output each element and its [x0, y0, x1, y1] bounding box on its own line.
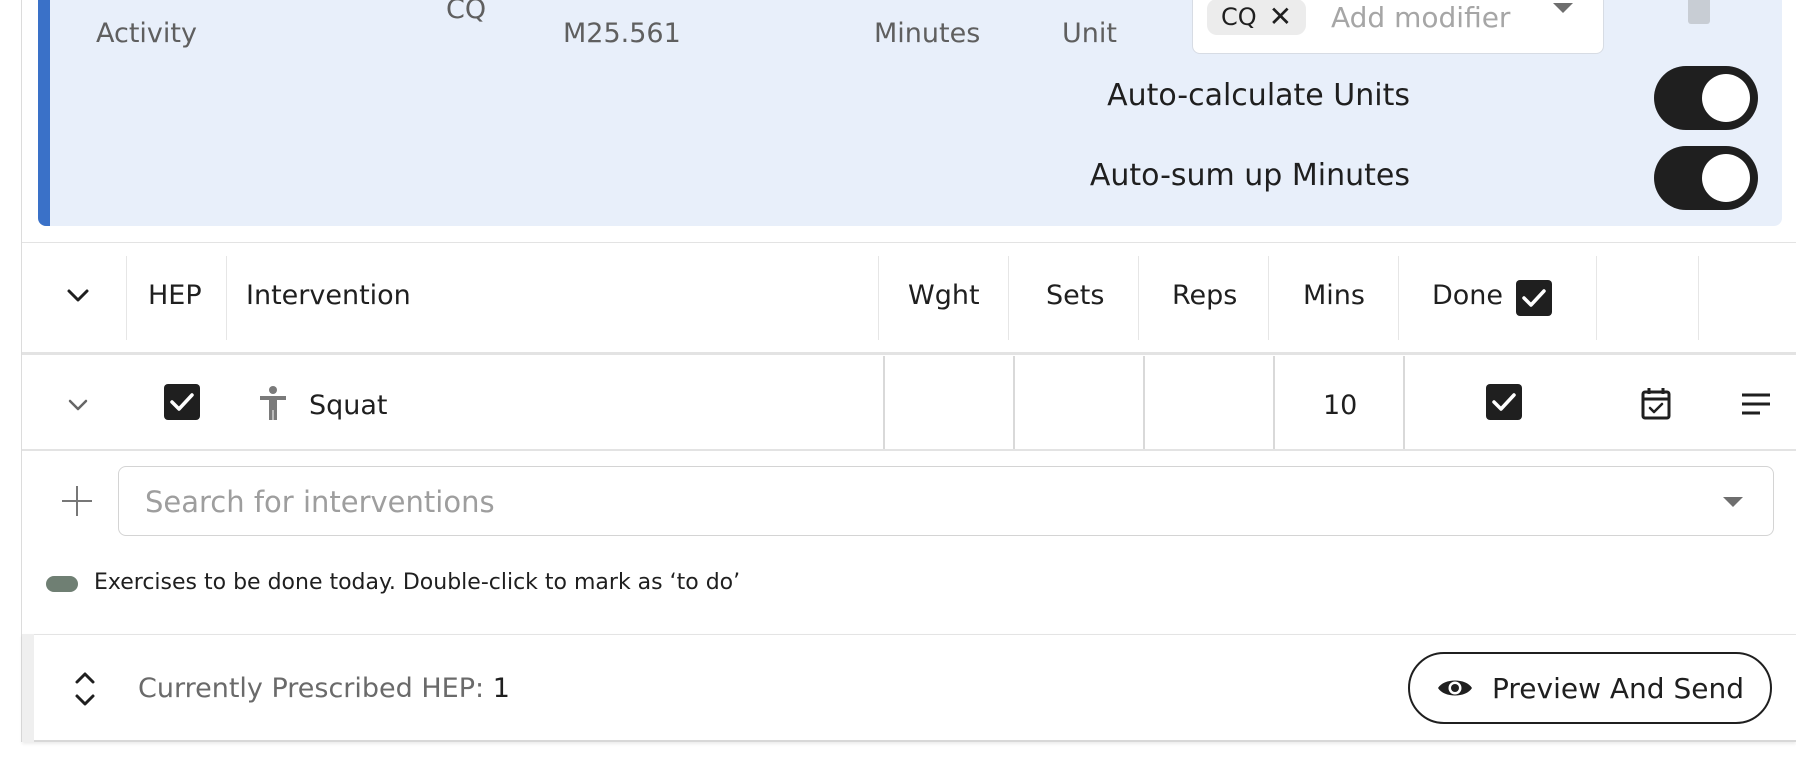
chevron-down-icon[interactable]: [67, 398, 89, 412]
done-checkbox[interactable]: [1486, 384, 1522, 420]
cell-divider: [883, 356, 885, 449]
prescribed-count: 1: [492, 673, 510, 704]
header-sets: Sets: [1046, 280, 1105, 311]
calendar-check-icon[interactable]: [1640, 386, 1672, 420]
column-divider: [1008, 256, 1009, 340]
column-divider: [1698, 256, 1699, 340]
column-divider: [878, 256, 879, 340]
billing-unit-label: Unit: [1062, 18, 1117, 49]
chevron-down-icon[interactable]: [1553, 3, 1573, 13]
toggle-knob: [1702, 154, 1750, 202]
auto-minutes-toggle[interactable]: [1654, 146, 1758, 210]
close-icon[interactable]: ✕: [1269, 3, 1292, 31]
left-border: [21, 0, 22, 742]
billing-accent-bar: [38, 0, 50, 226]
eye-icon: [1438, 680, 1472, 696]
modifier-placeholder: Add modifier: [1331, 1, 1511, 34]
table-top-border: [22, 242, 1796, 243]
header-weight: Wght: [908, 280, 980, 311]
check-icon: [170, 393, 194, 411]
check-icon: [1522, 289, 1546, 307]
cell-divider: [1143, 356, 1145, 449]
toggle-knob: [1702, 74, 1750, 122]
preview-and-send-label: Preview And Send: [1492, 671, 1744, 705]
hep-page: Activity CQ M25.561 Minutes Unit CQ ✕ Ad…: [0, 0, 1796, 784]
column-divider: [1138, 256, 1139, 340]
cell-divider: [1403, 356, 1405, 449]
legend-text: Exercises to be done today. Double-click…: [94, 570, 741, 595]
modifier-chip-label: CQ: [1221, 3, 1257, 31]
add-icon[interactable]: [60, 484, 94, 518]
cell-divider: [1273, 356, 1275, 449]
prescribed-hep-status: Currently Prescribed HEP: 1: [138, 673, 510, 704]
prescribed-label: Currently Prescribed HEP:: [138, 673, 485, 704]
column-divider: [1596, 256, 1597, 340]
cell-divider: [1013, 356, 1015, 449]
expand-collapse-icon[interactable]: [72, 668, 98, 710]
billing-row-label: Activity: [96, 18, 197, 49]
billing-minutes-label: Minutes: [874, 18, 981, 49]
trash-icon[interactable]: [1688, 0, 1710, 24]
header-hep: HEP: [148, 280, 202, 311]
footer-left-strip: [22, 634, 34, 742]
cell-mins[interactable]: 10: [1323, 390, 1357, 421]
legend-swatch: [46, 576, 78, 592]
column-divider: [126, 256, 127, 340]
intervention-name: Squat: [309, 390, 388, 421]
check-icon: [1492, 393, 1516, 411]
notes-icon[interactable]: [1740, 392, 1772, 416]
header-mins: Mins: [1303, 280, 1365, 311]
auto-units-toggle[interactable]: [1654, 66, 1758, 130]
header-done: Done: [1432, 280, 1504, 311]
chevron-down-icon[interactable]: [1723, 497, 1743, 507]
header-bottom-border: [22, 352, 1796, 355]
done-all-checkbox[interactable]: [1516, 280, 1552, 316]
modifier-select[interactable]: CQ ✕ Add modifier: [1192, 0, 1604, 54]
intervention-search[interactable]: Search for interventions: [118, 466, 1774, 536]
preview-and-send-button[interactable]: Preview And Send: [1408, 652, 1772, 724]
billing-code: CQ: [446, 0, 487, 25]
auto-units-label: Auto-calculate Units: [1107, 78, 1410, 113]
person-icon: [260, 386, 286, 420]
column-divider: [226, 256, 227, 340]
chevron-down-icon[interactable]: [66, 288, 90, 304]
column-divider: [1398, 256, 1399, 340]
header-intervention: Intervention: [246, 280, 411, 311]
hep-checkbox[interactable]: [164, 384, 200, 420]
search-placeholder: Search for interventions: [145, 485, 495, 519]
modifier-chip[interactable]: CQ ✕: [1207, 0, 1307, 35]
auto-minutes-label: Auto-sum up Minutes: [1089, 158, 1410, 193]
column-divider: [1268, 256, 1269, 340]
row-bottom-border: [22, 449, 1796, 451]
billing-diagnosis: M25.561: [563, 18, 681, 49]
header-reps: Reps: [1172, 280, 1238, 311]
